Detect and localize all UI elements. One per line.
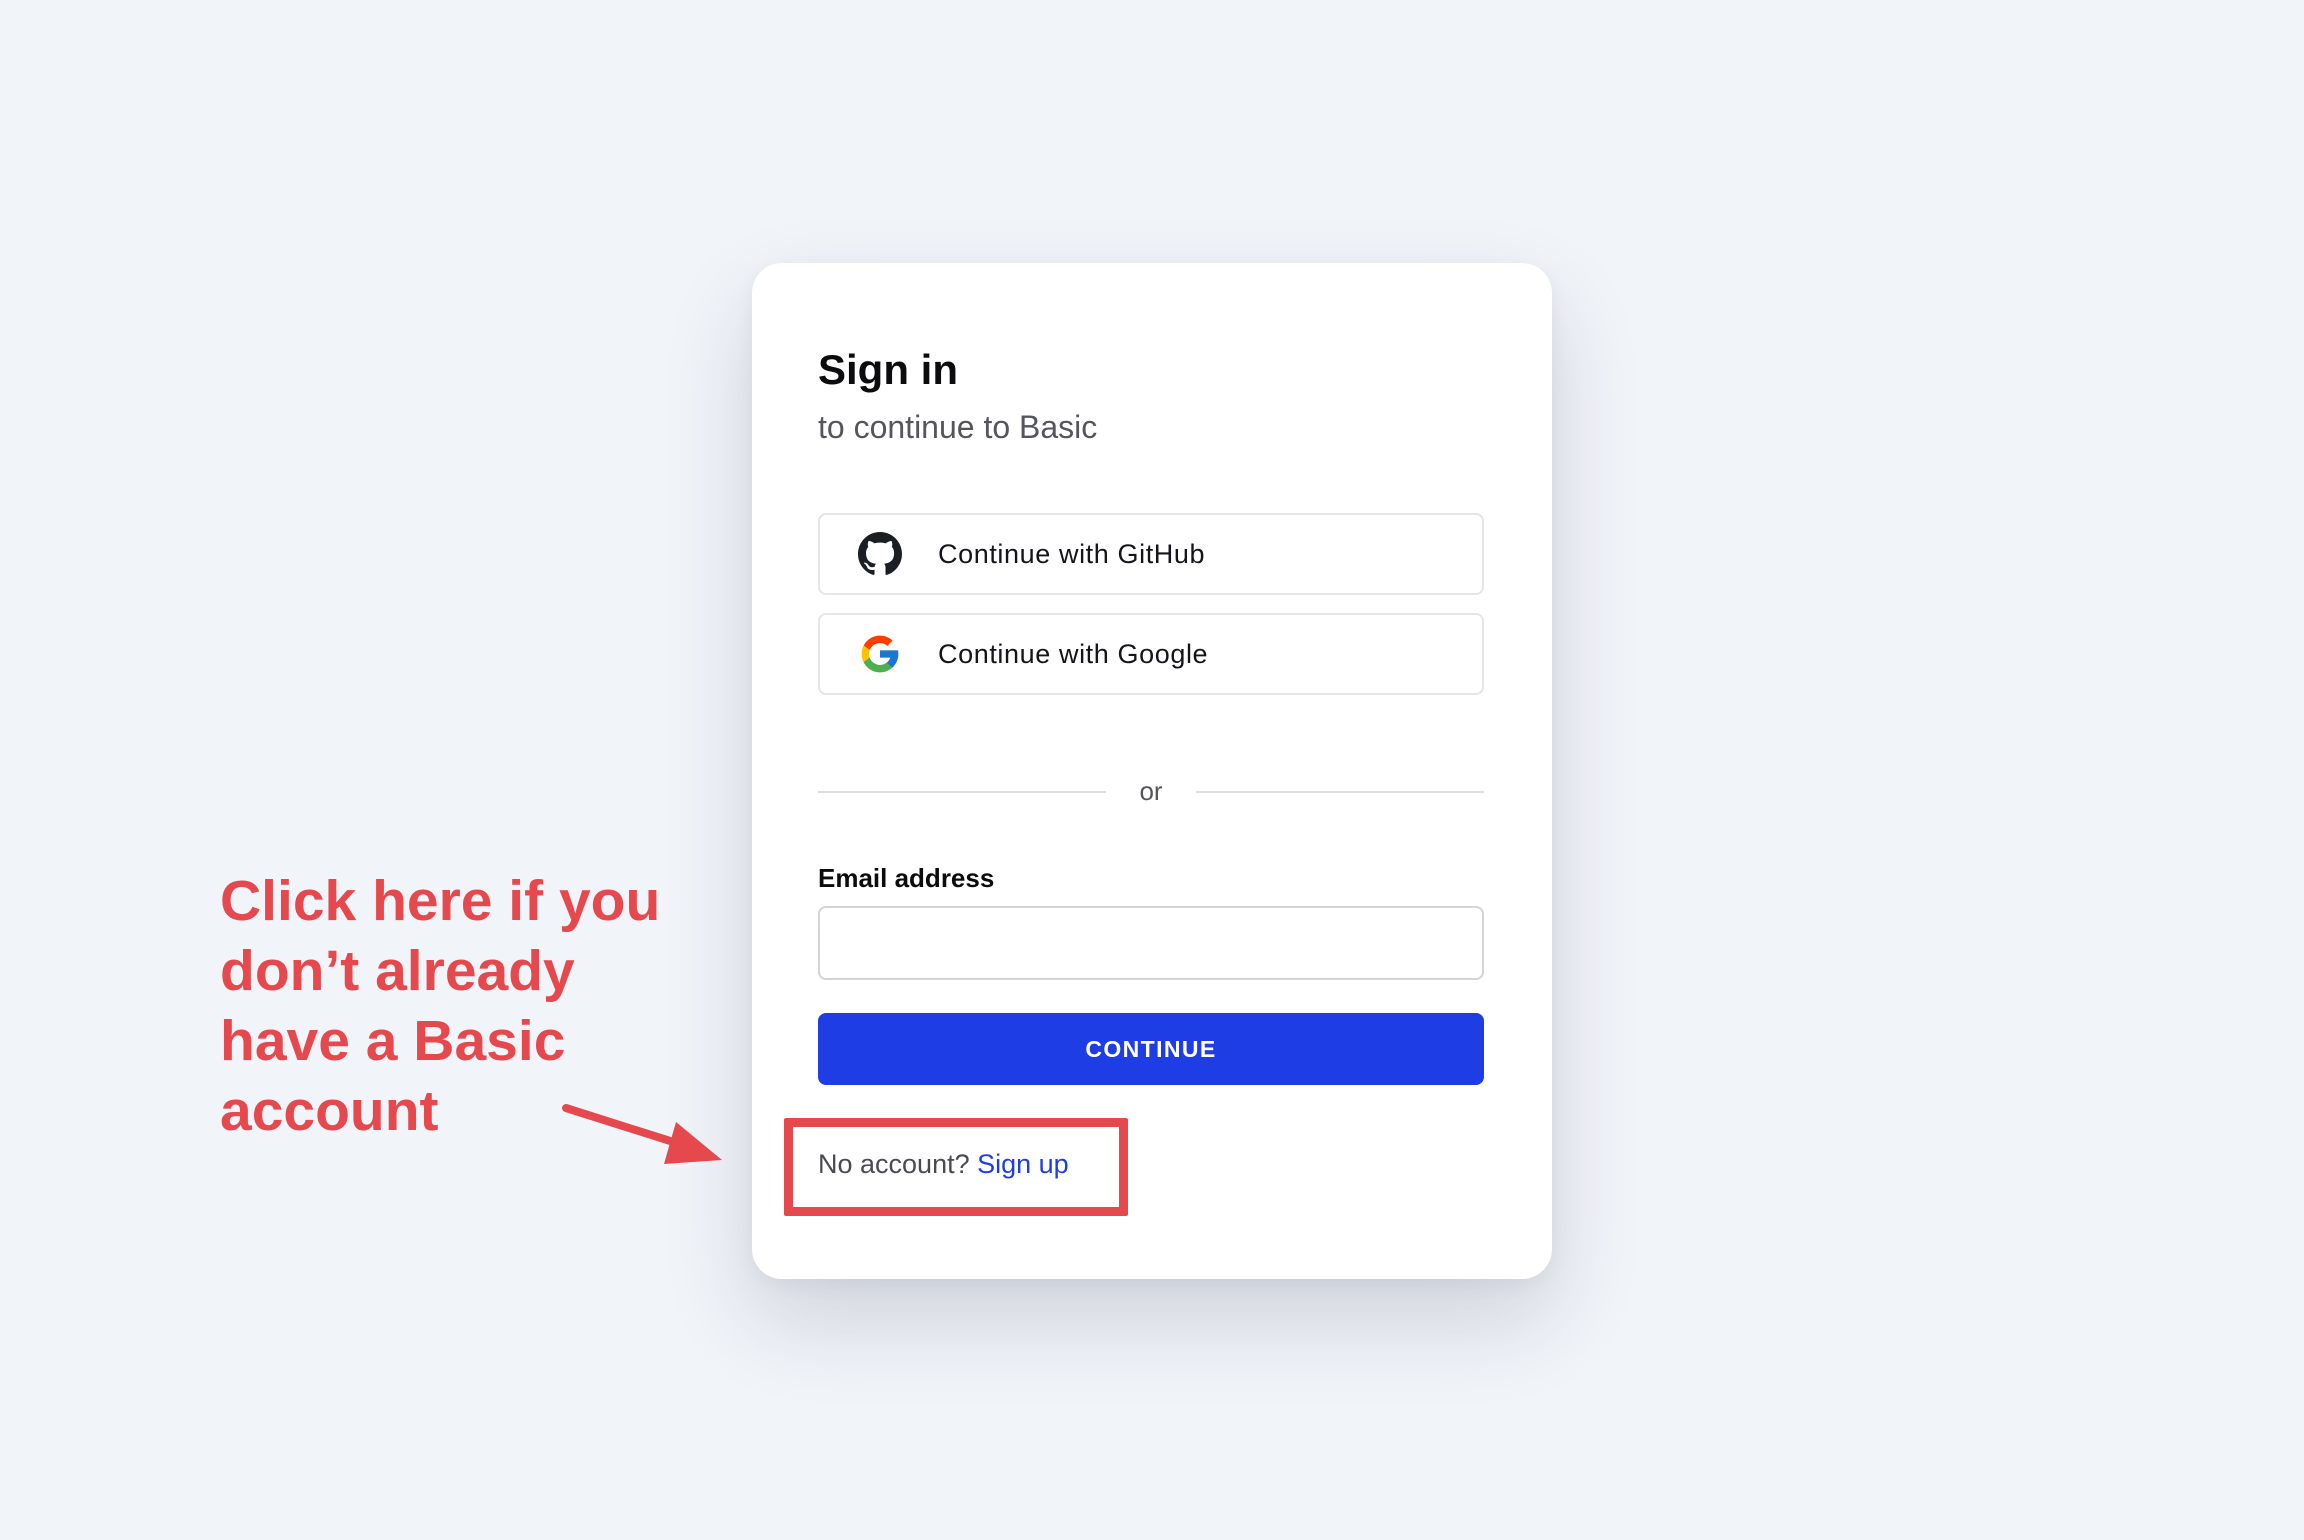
google-button-label: Continue with Google: [938, 638, 1209, 669]
email-label: Email address: [818, 863, 995, 893]
github-button-label: Continue with GitHub: [938, 538, 1206, 569]
continue-with-github-button[interactable]: Continue with GitHub: [818, 513, 1484, 595]
divider-line-right: [1196, 791, 1484, 793]
page-subtitle: to continue to Basic: [818, 409, 1098, 445]
continue-button[interactable]: CONTINUE: [818, 1013, 1484, 1085]
or-divider: or: [818, 775, 1484, 807]
arrow-icon: [562, 1104, 722, 1164]
annotation-highlight-box: [784, 1118, 1128, 1216]
google-icon: [858, 632, 902, 676]
email-field[interactable]: [818, 906, 1484, 980]
github-icon: [858, 532, 902, 576]
continue-with-google-button[interactable]: Continue with Google: [818, 613, 1484, 695]
page-title: Sign in: [818, 346, 958, 393]
